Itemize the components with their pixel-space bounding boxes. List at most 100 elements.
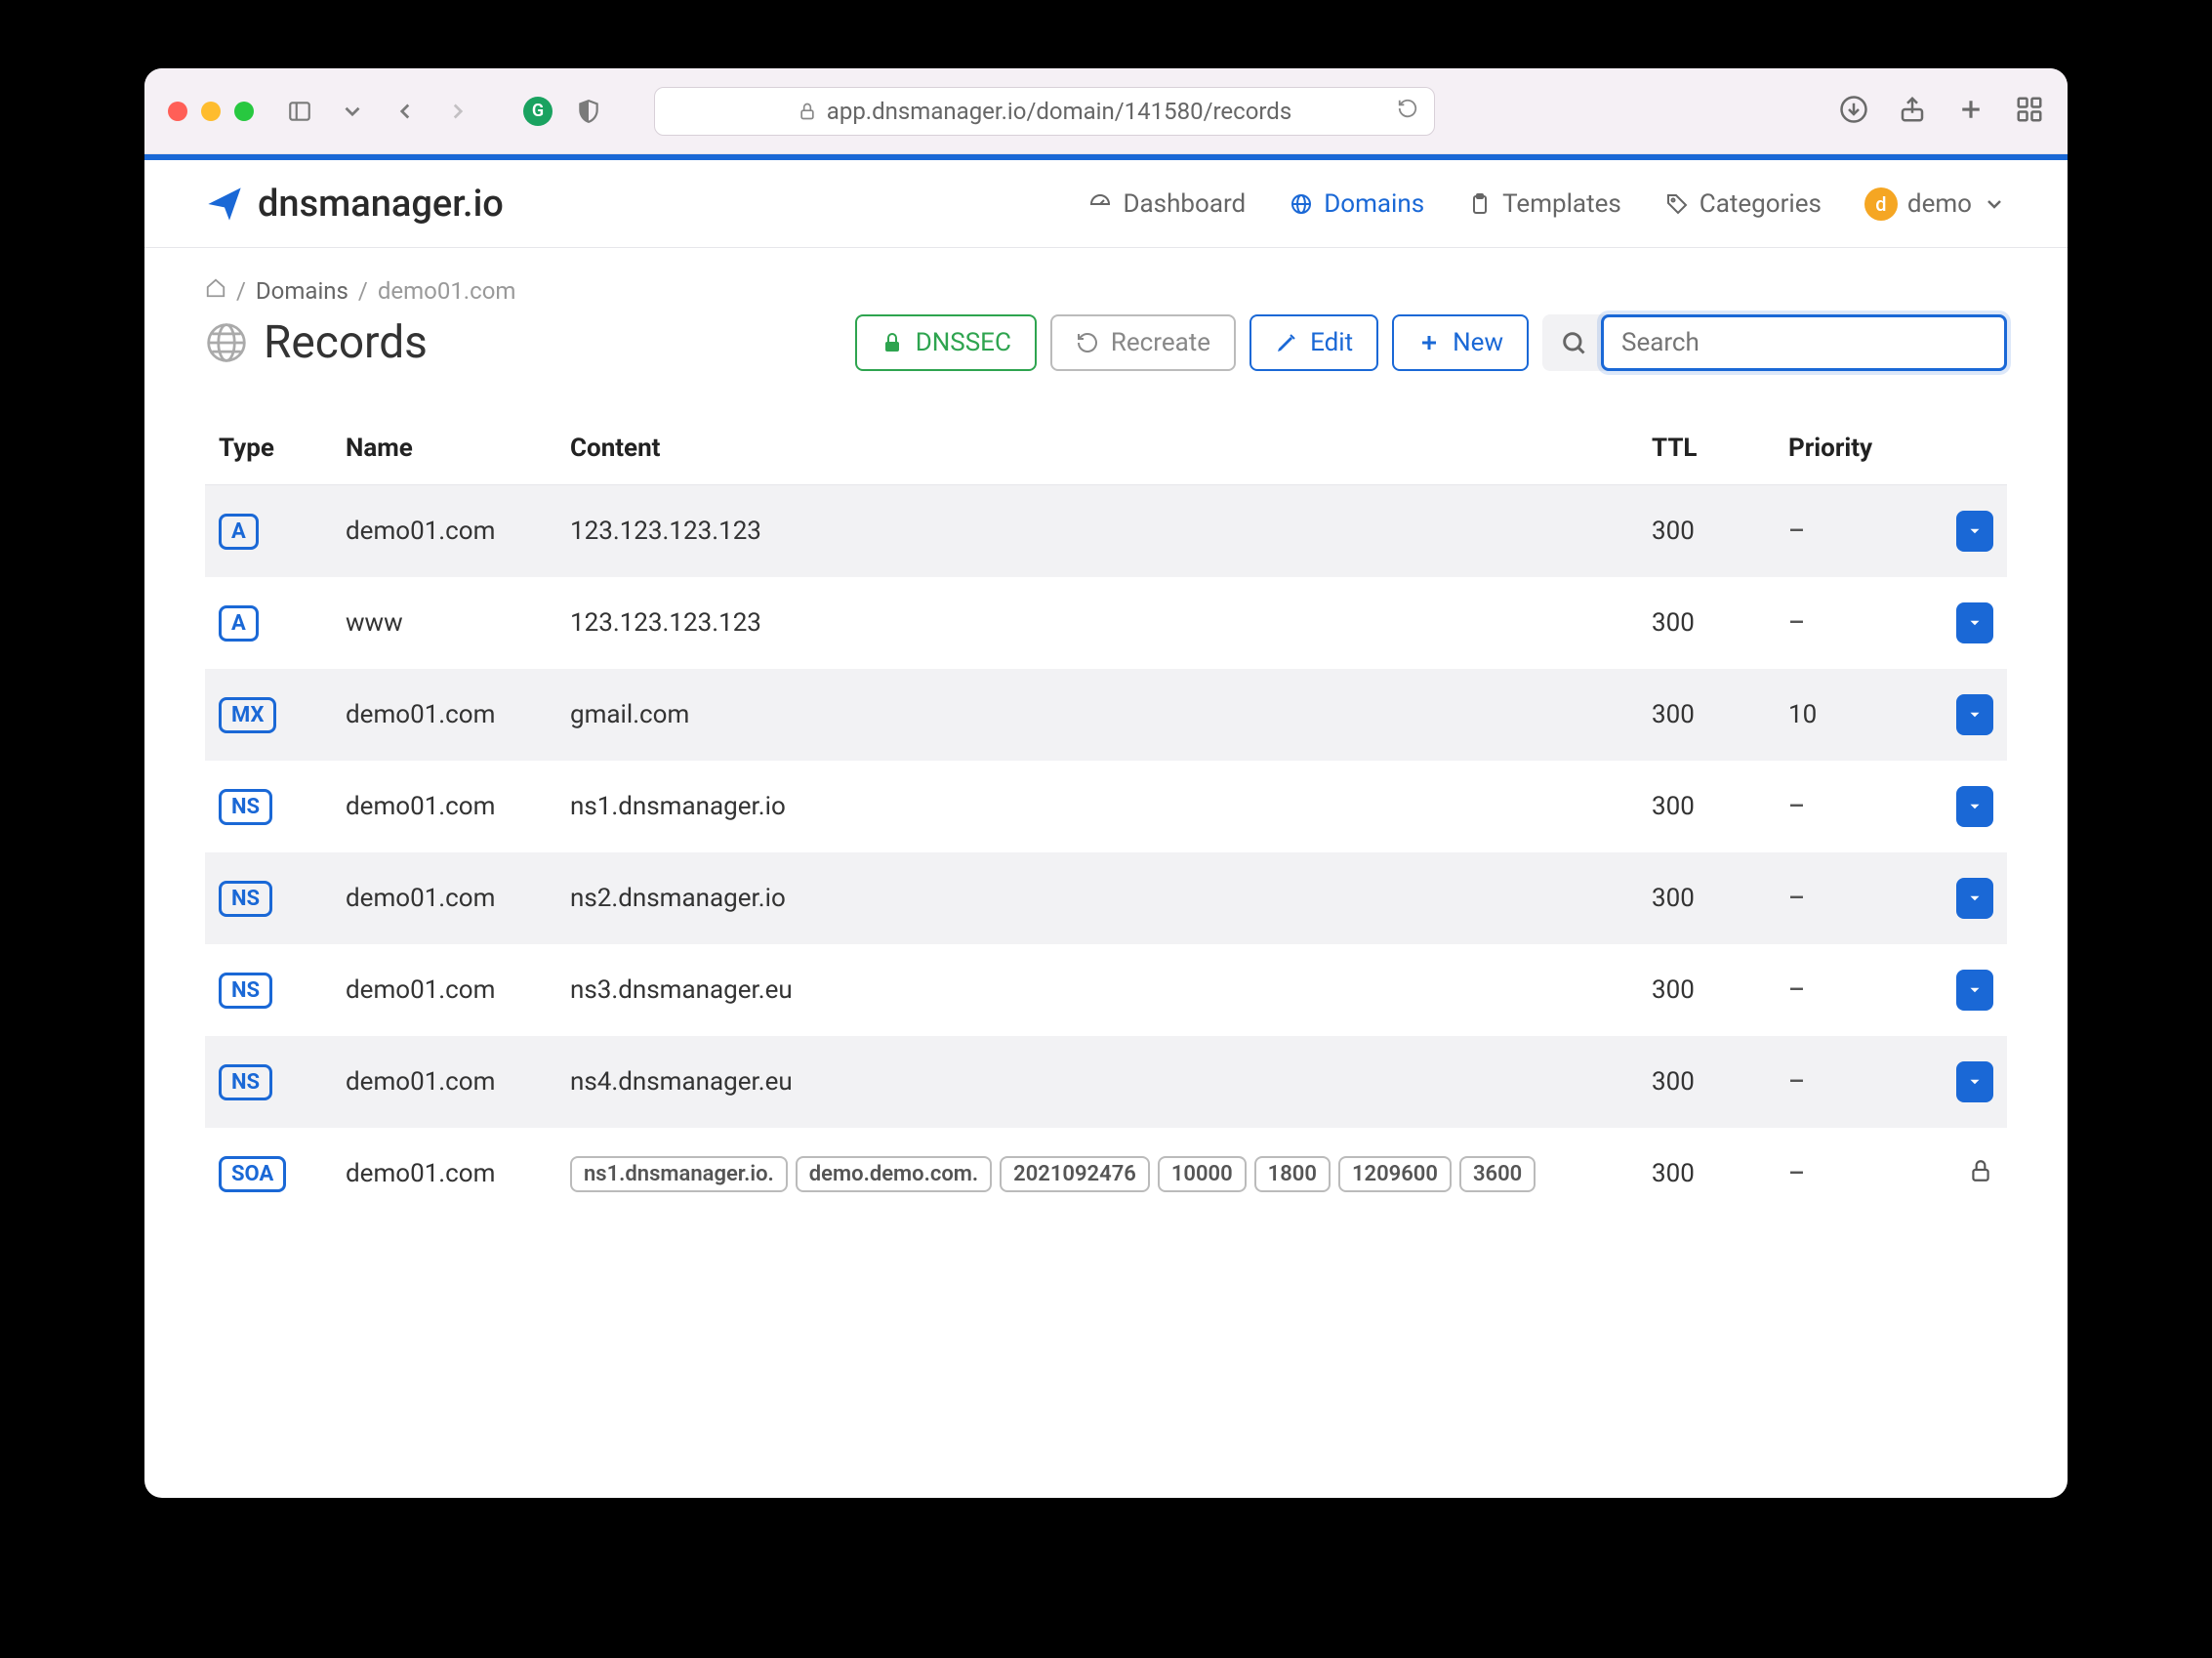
button-label: DNSSEC bbox=[916, 328, 1011, 357]
record-priority: 10 bbox=[1788, 700, 1925, 729]
search-icon[interactable] bbox=[1546, 314, 1601, 371]
record-type-badge: A bbox=[219, 605, 259, 642]
nav-user-menu[interactable]: d demo bbox=[1864, 187, 2007, 221]
refresh-icon bbox=[1076, 331, 1099, 354]
record-priority: – bbox=[1788, 792, 1925, 821]
table-row: NSdemo01.comns4.dnsmanager.eu300– bbox=[205, 1036, 2007, 1128]
maximize-window-button[interactable] bbox=[234, 102, 254, 121]
search-input[interactable] bbox=[1601, 314, 2007, 371]
record-type-badge: NS bbox=[219, 973, 272, 1009]
record-name: demo01.com bbox=[346, 1159, 570, 1188]
row-actions-button[interactable] bbox=[1956, 602, 1993, 643]
nav-dashboard[interactable]: Dashboard bbox=[1087, 189, 1246, 219]
record-ttl: 300 bbox=[1652, 975, 1788, 1005]
record-priority: – bbox=[1788, 1067, 1925, 1097]
new-button[interactable]: New bbox=[1392, 314, 1529, 371]
record-name: demo01.com bbox=[346, 975, 570, 1005]
brand-logo[interactable]: dnsmanager.io bbox=[205, 183, 504, 226]
new-tab-icon[interactable] bbox=[1956, 95, 1986, 128]
page-title: Records bbox=[205, 316, 428, 369]
search-wrap bbox=[1542, 314, 2007, 371]
record-priority: – bbox=[1788, 1159, 1925, 1188]
table-row: Awww123.123.123.123300– bbox=[205, 577, 2007, 669]
record-ttl: 300 bbox=[1652, 700, 1788, 729]
reload-icon[interactable] bbox=[1397, 98, 1418, 125]
row-actions-button[interactable] bbox=[1956, 694, 1993, 735]
table-row: MX demo01.comgmail.com30010 bbox=[205, 669, 2007, 761]
browser-window: G app.dnsmanager.io/domain/141580/record… bbox=[144, 68, 2068, 1498]
nav-items: Dashboard Domains Templates Categories d… bbox=[1087, 187, 2007, 221]
record-name: demo01.com bbox=[346, 517, 570, 546]
forward-button[interactable] bbox=[441, 95, 474, 128]
recreate-button[interactable]: Recreate bbox=[1050, 314, 1236, 371]
back-button[interactable] bbox=[389, 95, 422, 128]
nav-label: Domains bbox=[1324, 189, 1424, 219]
row-actions-button[interactable] bbox=[1956, 786, 1993, 827]
home-icon[interactable] bbox=[205, 277, 226, 305]
record-content: 123.123.123.123 bbox=[570, 608, 1652, 638]
col-ttl: TTL bbox=[1652, 434, 1788, 463]
record-content: ns1.dnsmanager.io.demo.demo.com.20210924… bbox=[570, 1156, 1652, 1192]
record-priority: – bbox=[1788, 975, 1925, 1005]
tag-icon bbox=[1664, 191, 1690, 217]
chevron-down-icon bbox=[1982, 191, 2007, 217]
button-label: Recreate bbox=[1111, 328, 1210, 357]
soa-segment: ns1.dnsmanager.io. bbox=[570, 1156, 788, 1192]
tabs-overview-icon[interactable] bbox=[2015, 95, 2044, 128]
row-actions-button[interactable] bbox=[1956, 1061, 1993, 1102]
nav-label: Categories bbox=[1700, 189, 1822, 219]
nav-categories[interactable]: Categories bbox=[1664, 189, 1822, 219]
downloads-icon[interactable] bbox=[1839, 95, 1868, 128]
record-type-badge: MX bbox=[219, 697, 276, 733]
globe-icon bbox=[1289, 191, 1314, 217]
grammarly-icon[interactable]: G bbox=[523, 97, 553, 126]
record-type-badge: SOA bbox=[219, 1156, 286, 1192]
breadcrumb: / Domains / demo01.com bbox=[205, 277, 2007, 305]
plus-icon bbox=[1417, 331, 1441, 354]
dnssec-button[interactable]: DNSSEC bbox=[855, 314, 1037, 371]
breadcrumb-domains[interactable]: Domains bbox=[256, 277, 348, 305]
button-label: New bbox=[1453, 328, 1503, 357]
traffic-lights bbox=[168, 102, 254, 121]
gauge-icon bbox=[1087, 191, 1113, 217]
chevron-down-icon[interactable] bbox=[336, 95, 369, 128]
lock-icon bbox=[881, 331, 904, 354]
row-actions-button[interactable] bbox=[1956, 511, 1993, 552]
nav-domains[interactable]: Domains bbox=[1289, 189, 1424, 219]
table-row: NS demo01.comns3.dnsmanager.eu300– bbox=[205, 944, 2007, 1036]
button-label: Edit bbox=[1310, 328, 1353, 357]
share-icon[interactable] bbox=[1898, 95, 1927, 128]
soa-segment: 3600 bbox=[1459, 1156, 1536, 1192]
nav-label: Dashboard bbox=[1123, 189, 1246, 219]
app-nav: dnsmanager.io Dashboard Domains Template… bbox=[144, 160, 2068, 248]
globe-icon bbox=[205, 321, 248, 364]
page-title-text: Records bbox=[264, 316, 428, 369]
record-content: gmail.com bbox=[570, 700, 1652, 729]
table-row: NSdemo01.comns1.dnsmanager.io300– bbox=[205, 761, 2007, 852]
sidebar-toggle-icon[interactable] bbox=[283, 95, 316, 128]
col-priority: Priority bbox=[1788, 434, 1925, 463]
privacy-shield-icon[interactable] bbox=[572, 95, 605, 128]
close-window-button[interactable] bbox=[168, 102, 187, 121]
page-actions: DNSSEC Recreate Edit New bbox=[855, 314, 2007, 371]
records-table: Type Name Content TTL Priority Ademo01.c… bbox=[205, 420, 2007, 1220]
record-type-badge: NS bbox=[219, 881, 272, 917]
page-header: Records DNSSEC Recreate Edit New bbox=[205, 314, 2007, 371]
row-actions-button[interactable] bbox=[1956, 878, 1993, 919]
record-ttl: 300 bbox=[1652, 608, 1788, 638]
record-name: demo01.com bbox=[346, 700, 570, 729]
page-content: / Domains / demo01.com Records DNSSEC Re… bbox=[144, 248, 2068, 1249]
table-row: SOA demo01.comns1.dnsmanager.io.demo.demo… bbox=[205, 1128, 2007, 1220]
nav-templates[interactable]: Templates bbox=[1467, 189, 1621, 219]
record-priority: – bbox=[1788, 517, 1925, 546]
row-actions-button[interactable] bbox=[1956, 970, 1993, 1011]
record-content: ns2.dnsmanager.io bbox=[570, 884, 1652, 913]
table-row: Ademo01.com123.123.123.123300– bbox=[205, 485, 2007, 577]
url-bar[interactable]: app.dnsmanager.io/domain/141580/records bbox=[654, 87, 1435, 136]
record-content: ns3.dnsmanager.eu bbox=[570, 975, 1652, 1005]
record-name: demo01.com bbox=[346, 884, 570, 913]
edit-button[interactable]: Edit bbox=[1249, 314, 1378, 371]
minimize-window-button[interactable] bbox=[201, 102, 221, 121]
col-type: Type bbox=[219, 434, 346, 463]
brand-name: dnsmanager.io bbox=[258, 183, 504, 226]
